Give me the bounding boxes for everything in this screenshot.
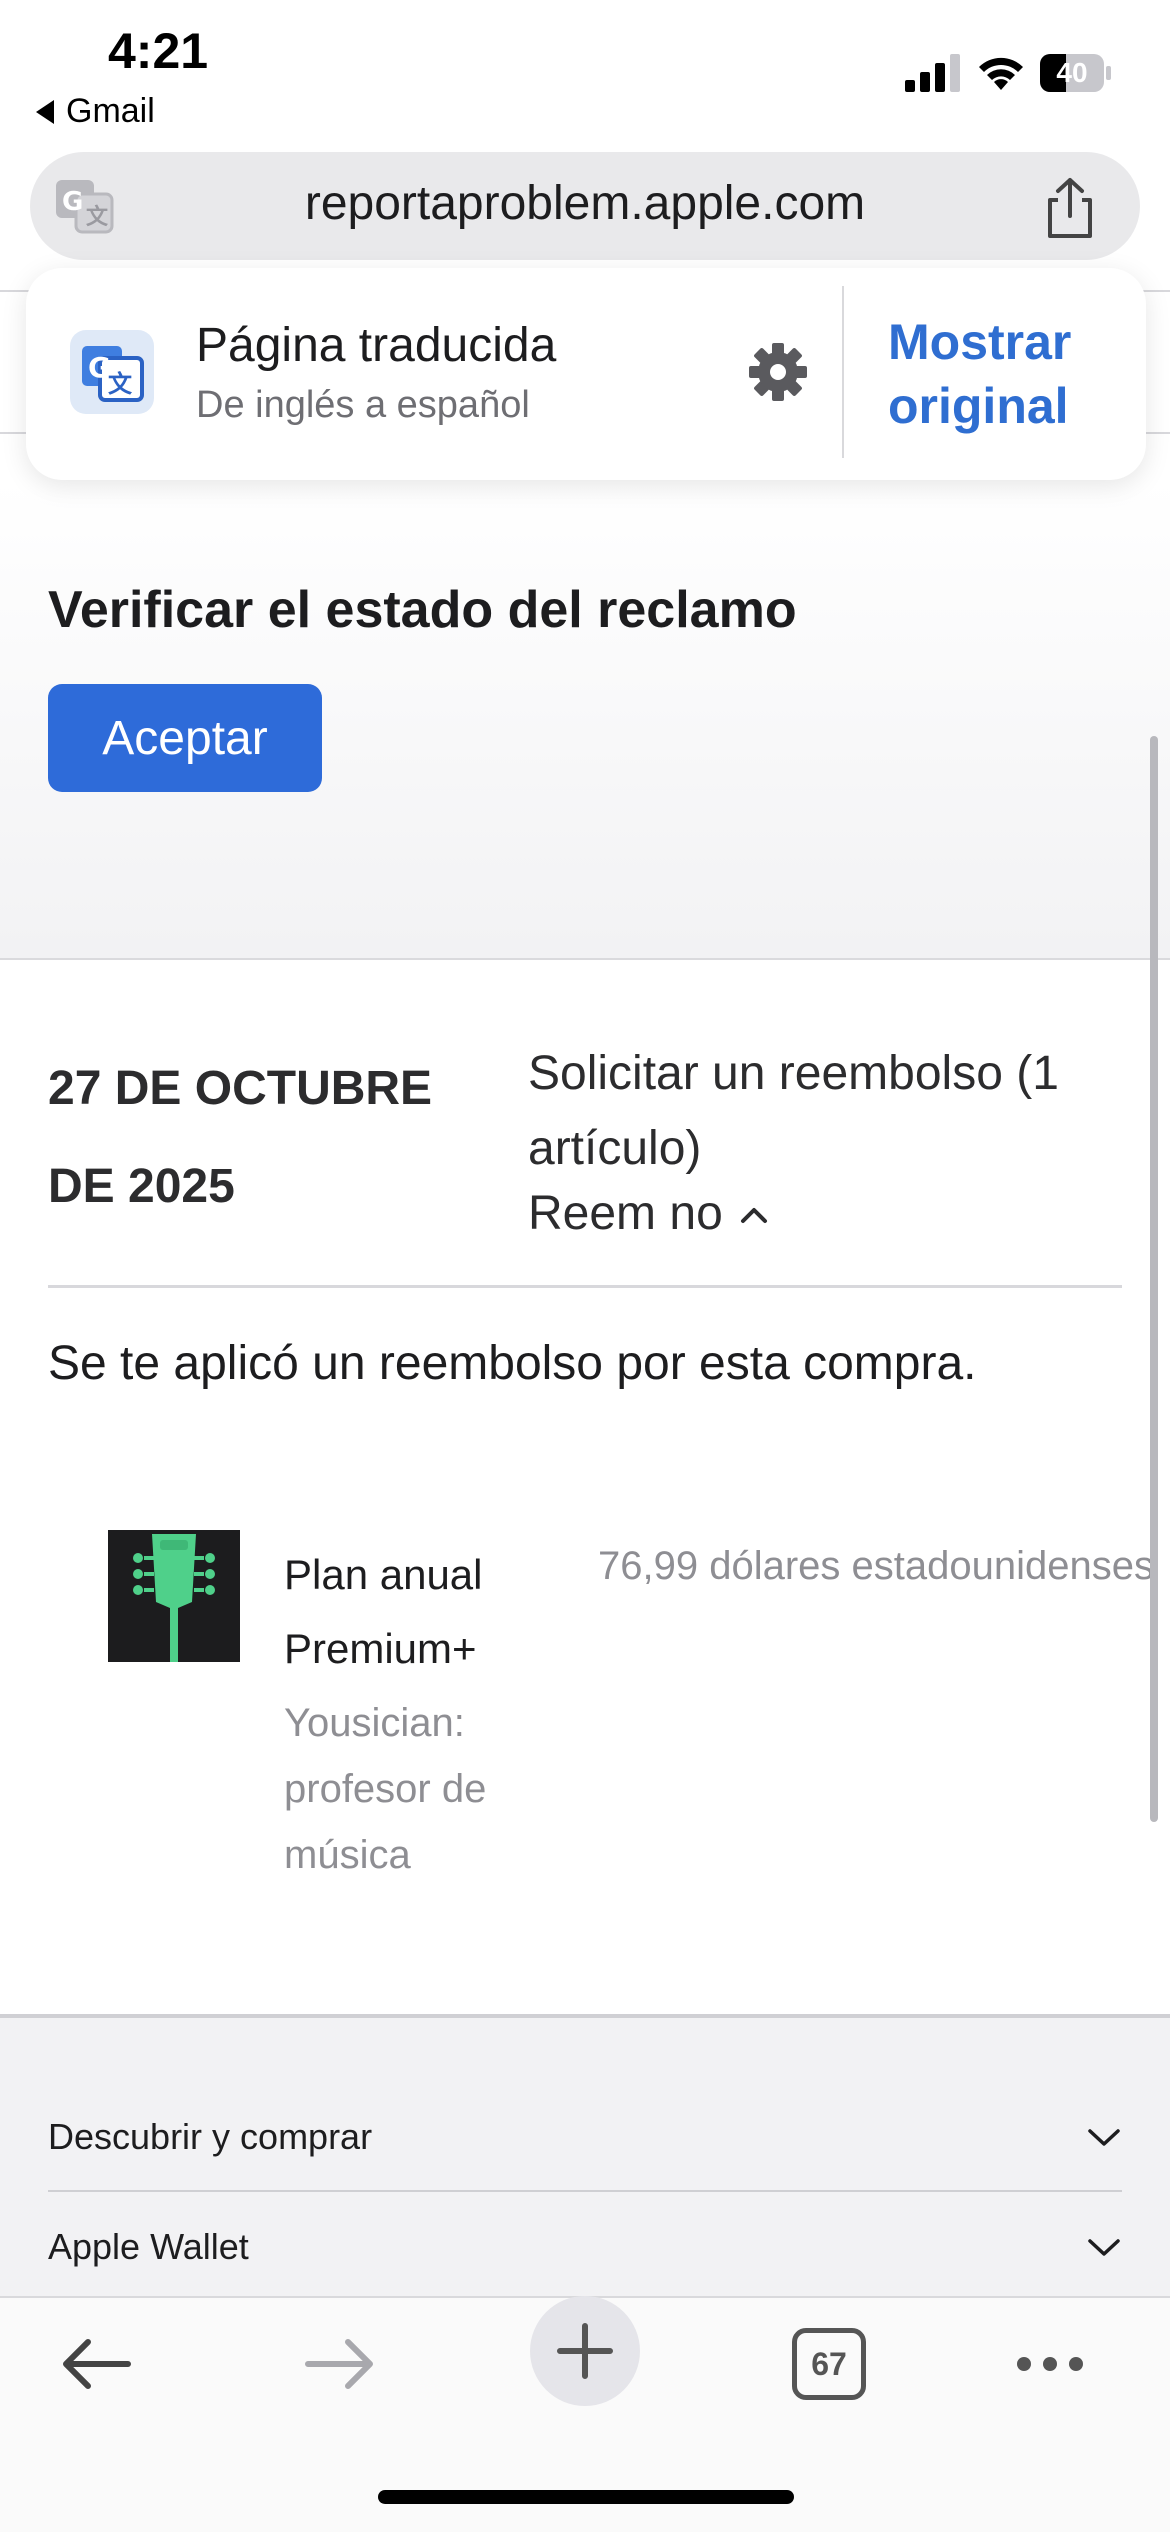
section-divider xyxy=(0,958,1170,960)
wifi-icon xyxy=(979,57,1023,90)
chevron-down-icon[interactable] xyxy=(1086,2126,1122,2148)
back-to-app[interactable]: Gmail xyxy=(36,92,155,131)
back-arrow-icon[interactable] xyxy=(58,2336,134,2392)
claim-title: Verificar el estado del reclamo xyxy=(48,581,797,639)
item-price: 76,99 dólares estadounidenses xyxy=(598,1544,1154,1588)
cellular-signal-icon xyxy=(905,54,960,92)
refund-message: Se te aplicó un reembolso por esta compr… xyxy=(48,1337,977,1390)
google-translate-icon: G 文 xyxy=(70,330,154,414)
back-app-label: Gmail xyxy=(66,92,155,130)
page-divider xyxy=(1140,290,1170,292)
gear-icon[interactable] xyxy=(748,342,808,402)
battery-icon: 40 xyxy=(1040,54,1112,92)
item-app-name: Yousician: profesor de música xyxy=(284,1701,487,1877)
url-text[interactable]: reportaproblem.apple.com xyxy=(0,176,1170,231)
home-indicator[interactable] xyxy=(378,2490,794,2504)
popup-divider xyxy=(842,286,844,458)
order-date: 27 DE OCTUBRE DE 2025 xyxy=(48,1062,433,1213)
share-icon[interactable] xyxy=(1040,176,1100,240)
footer-item-discover[interactable]: Descubrir y comprar xyxy=(48,2116,372,2158)
more-options-icon[interactable] xyxy=(1014,2352,1086,2376)
plus-icon xyxy=(557,2323,613,2379)
battery-level: 40 xyxy=(1056,57,1088,88)
item-name: Plan anual Premium+ xyxy=(284,1551,483,1672)
accept-button[interactable]: Aceptar xyxy=(48,684,322,792)
scrollbar[interactable] xyxy=(1150,736,1158,1822)
order-description: Solicitar un reembolso (1 artículo) xyxy=(528,1047,1059,1175)
refund-toggle-label: Reem no xyxy=(528,1187,723,1240)
chevron-up-icon xyxy=(740,1207,767,1223)
translate-title: Página traducida xyxy=(196,319,557,372)
tab-switcher-button[interactable]: 67 xyxy=(792,2328,866,2400)
chevron-down-icon[interactable] xyxy=(1086,2236,1122,2258)
status-time: 4:21 xyxy=(108,23,209,79)
svg-text:文: 文 xyxy=(108,370,133,398)
translate-subtitle: De inglés a español xyxy=(196,384,530,426)
page-divider xyxy=(0,290,30,292)
order-divider xyxy=(48,1285,1122,1288)
refund-toggle[interactable]: Reem no xyxy=(528,1186,771,1241)
show-original-button[interactable]: Mostrar original xyxy=(888,310,1118,438)
footer-item-wallet[interactable]: Apple Wallet xyxy=(48,2226,249,2268)
app-icon xyxy=(108,1530,240,1662)
back-triangle-icon xyxy=(36,99,54,124)
footer-divider xyxy=(0,2014,1170,2018)
forward-arrow-icon[interactable] xyxy=(302,2336,378,2392)
footer-item-divider xyxy=(48,2190,1122,2192)
